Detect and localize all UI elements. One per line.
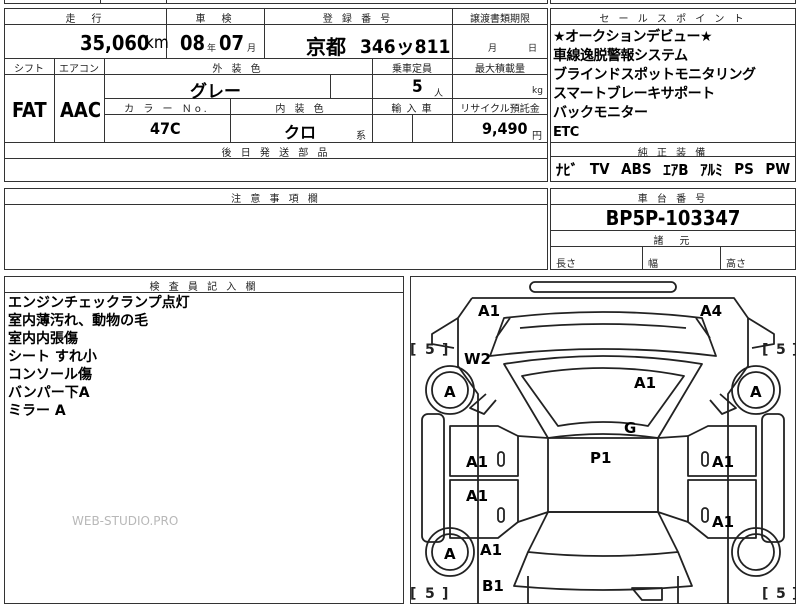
shift-value: FAT <box>12 98 47 122</box>
mark-w2: W2 <box>464 350 491 368</box>
mark-roof: P1 <box>590 449 611 467</box>
windshield-shape <box>521 367 685 427</box>
capacity-unit: 人 <box>434 89 444 99</box>
color-number-label: カ ラ ー Ｎo. <box>124 104 210 115</box>
chassis-number: BP5P-103347 <box>605 206 741 230</box>
inspection-month-unit: 月 <box>247 44 257 54</box>
equipment-item: TV <box>589 160 610 178</box>
mark-tire-fr: A <box>750 383 762 401</box>
max-load-label: 最大積載量 <box>475 64 525 75</box>
sales-point-item: スマートブレーキサポート <box>553 86 715 102</box>
equipment-item: ABS <box>621 160 652 178</box>
tire-size-fl: 5 <box>425 342 435 358</box>
mark-tire-fl: A <box>444 383 456 401</box>
ac-label: エアコン <box>59 64 99 75</box>
equipment-item: ｱﾙﾐ <box>700 160 723 179</box>
color-number-value: 47C <box>150 119 181 138</box>
mark-door-fr: A1 <box>712 453 734 471</box>
recycle-value: 9,490 <box>482 119 528 138</box>
rear-window-shape <box>527 511 679 557</box>
transfer-day-unit: 日 <box>528 44 538 54</box>
sales-point-item: バックモニター <box>553 105 648 121</box>
svg-text:[: [ <box>410 342 416 358</box>
interior-color-suffix: 系 <box>356 131 366 142</box>
recycle-unit: 円 <box>532 131 542 142</box>
equipment-item: PW <box>765 160 791 178</box>
spec-width-label: 幅 <box>648 259 658 270</box>
inspector-note: 室内内張傷 <box>8 331 78 347</box>
capacity-value: 5 <box>412 77 423 97</box>
shift-label: シフト <box>14 64 44 75</box>
mileage-label: 走 行 <box>65 14 105 25</box>
inspector-note: ミラー A <box>8 403 66 419</box>
inspector-note: バンパー下A <box>8 385 90 401</box>
mark-glass: G <box>624 419 636 437</box>
notes-label: 注 意 事 項 欄 <box>231 194 321 205</box>
mark-tire-rl: A <box>444 545 456 563</box>
inspection-year-unit: 年 <box>207 44 217 54</box>
inspector-notes: エンジンチェックランプ点灯 室内薄汚れ、動物の毛 室内内張傷シート すれ小 コンソール… <box>8 294 398 420</box>
registration-number: 346ッ811 <box>360 36 451 58</box>
equipment-label: 純 正 装 備 <box>637 148 709 159</box>
svg-text:]: ] <box>792 342 796 358</box>
interior-color-label: 内 装 色 <box>275 104 327 115</box>
sales-point-item: ETC <box>553 125 579 140</box>
max-load-unit: kg <box>532 86 543 96</box>
inspector-note: コンソール傷 <box>8 367 92 383</box>
mark-door-fl: A1 <box>466 453 488 471</box>
exterior-color-label: 外 装 色 <box>212 64 264 75</box>
spec-length-label: 長さ <box>556 259 576 270</box>
exterior-color-value: グレー <box>190 82 241 102</box>
transfer-deadline-label: 譲渡書類期限 <box>470 14 530 25</box>
mark-rear-fender-l: A1 <box>480 541 502 559</box>
svg-text:[: [ <box>762 342 768 358</box>
sales-point-item: ブラインドスポットモニタリング <box>553 67 756 83</box>
mileage-value: 35,060 <box>80 31 150 55</box>
equipment-item: ｴｱB <box>663 160 689 179</box>
mileage-unit: km <box>145 33 169 53</box>
car-diagram: [5] [5] [5] [5] A1 A4 W2 A1 A A A G P1 A… <box>410 281 796 604</box>
top-cut-strip <box>4 0 548 4</box>
registration-label: 登 録 番 号 <box>322 14 394 25</box>
inspection-month: 07 <box>219 31 245 55</box>
transfer-month-unit: 月 <box>488 44 498 54</box>
later-parts-label: 後 日 発 送 部 品 <box>221 148 331 159</box>
hood-shape <box>489 311 717 357</box>
mark-hood: A1 <box>634 374 656 392</box>
chassis-label: 車 台 番 号 <box>637 194 709 205</box>
equipment-item: ﾅﾋﾞ <box>555 160 579 179</box>
tire-size-fr: 5 <box>776 342 786 358</box>
spec-height-label: 高さ <box>726 259 746 270</box>
inspector-note: シート すれ小 <box>8 349 97 365</box>
inspector-note: エンジンチェックランプ点灯 <box>8 295 190 311</box>
inspector-label: 検 査 員 記 入 欄 <box>149 282 259 293</box>
mark-door-rl: A1 <box>466 487 488 505</box>
sales-point-item: 車線逸脱警報システム <box>553 48 688 64</box>
front-bumper-shape <box>529 281 677 293</box>
equipment-list: ﾅﾋﾞ TV ABS ｴｱB ｱﾙﾐ PS PW <box>550 158 796 180</box>
inspector-note: 室内薄汚れ、動物の毛 <box>8 313 149 329</box>
sales-point-label: セ ー ル ス ポ イ ン ト <box>599 14 747 25</box>
watermark: WEB-STUDIO.PRO <box>72 514 179 528</box>
interior-color-value: クロ <box>284 123 317 142</box>
svg-text:]: ] <box>442 342 448 358</box>
mark-rear-bumper: B1 <box>482 577 504 595</box>
capacity-label: 乗車定員 <box>392 64 432 75</box>
ac-value: AAC <box>60 98 102 122</box>
mark-front-right: A4 <box>700 302 722 320</box>
inspection-year: 08 <box>180 31 206 55</box>
recycle-label: リサイクル預託金 <box>460 104 540 115</box>
mark-door-rr: A1 <box>712 513 734 531</box>
specs-label: 諸 元 <box>653 236 693 247</box>
import-label: 輸 入 車 <box>391 104 433 115</box>
registration-area: 京都 <box>306 35 346 59</box>
equipment-item: PS <box>734 160 754 178</box>
sales-point-item: ★オークションデビュー★ <box>553 29 713 45</box>
sales-point-list: ★オークションデビュー★ 車線逸脱警報システムブラインドスポットモニタリング スマー… <box>553 28 793 142</box>
inspection-label: 車 検 <box>195 14 235 25</box>
mark-front-left: A1 <box>478 302 500 320</box>
